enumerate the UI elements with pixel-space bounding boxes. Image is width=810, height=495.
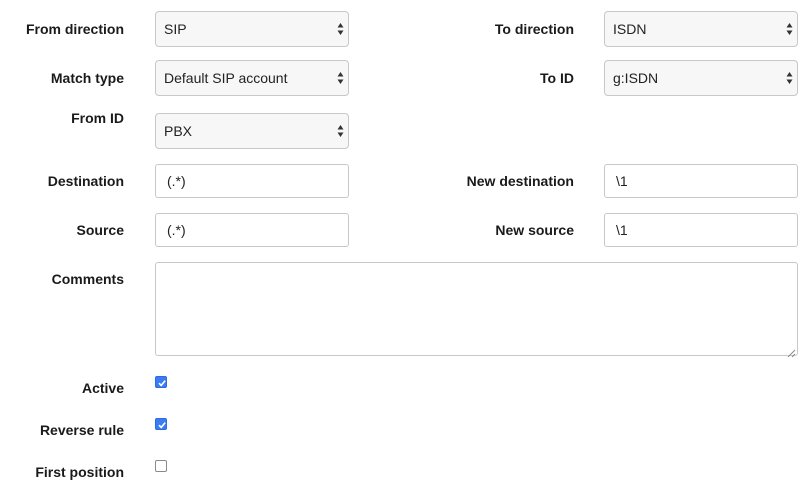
from-direction-select[interactable]: SIP: [155, 11, 349, 47]
updown-arrows-icon: [337, 22, 344, 36]
to-id-value: g:ISDN: [613, 70, 659, 86]
check-icon: [158, 422, 166, 429]
check-icon: [158, 380, 166, 387]
to-direction-label: To direction: [494, 21, 574, 37]
comments-textarea[interactable]: [155, 262, 798, 356]
match-type-value: Default SIP account: [164, 70, 288, 86]
destination-label: Destination: [47, 173, 124, 189]
from-id-label: From ID: [71, 110, 124, 126]
updown-arrows-icon: [337, 124, 344, 138]
to-direction-value: ISDN: [613, 21, 647, 37]
from-direction-label: From direction: [25, 21, 124, 37]
source-input[interactable]: [155, 213, 349, 247]
new-destination-label: New destination: [466, 173, 574, 189]
updown-arrows-icon: [786, 71, 793, 85]
reverse-rule-label: Reverse rule: [39, 422, 124, 438]
source-label: Source: [76, 222, 124, 238]
reverse-rule-checkbox[interactable]: [155, 418, 167, 430]
from-id-select[interactable]: PBX: [155, 113, 349, 149]
first-position-checkbox[interactable]: [155, 460, 167, 472]
updown-arrows-icon: [337, 71, 344, 85]
to-id-label: To ID: [540, 70, 574, 86]
from-id-value: PBX: [164, 123, 193, 139]
first-position-label: First position: [35, 464, 124, 480]
match-type-select[interactable]: Default SIP account: [155, 60, 349, 96]
to-direction-select[interactable]: ISDN: [604, 11, 798, 47]
active-label: Active: [81, 380, 124, 396]
active-checkbox[interactable]: [155, 376, 167, 388]
updown-arrows-icon: [786, 22, 793, 36]
destination-input[interactable]: [155, 164, 349, 198]
new-source-label: New source: [495, 222, 574, 238]
to-id-select[interactable]: g:ISDN: [604, 60, 798, 96]
match-type-label: Match type: [50, 70, 124, 86]
comments-label: Comments: [51, 271, 124, 287]
new-source-input[interactable]: [604, 213, 798, 247]
from-direction-value: SIP: [164, 21, 187, 37]
new-destination-input[interactable]: [604, 164, 798, 198]
resize-grip-icon[interactable]: [787, 345, 796, 358]
